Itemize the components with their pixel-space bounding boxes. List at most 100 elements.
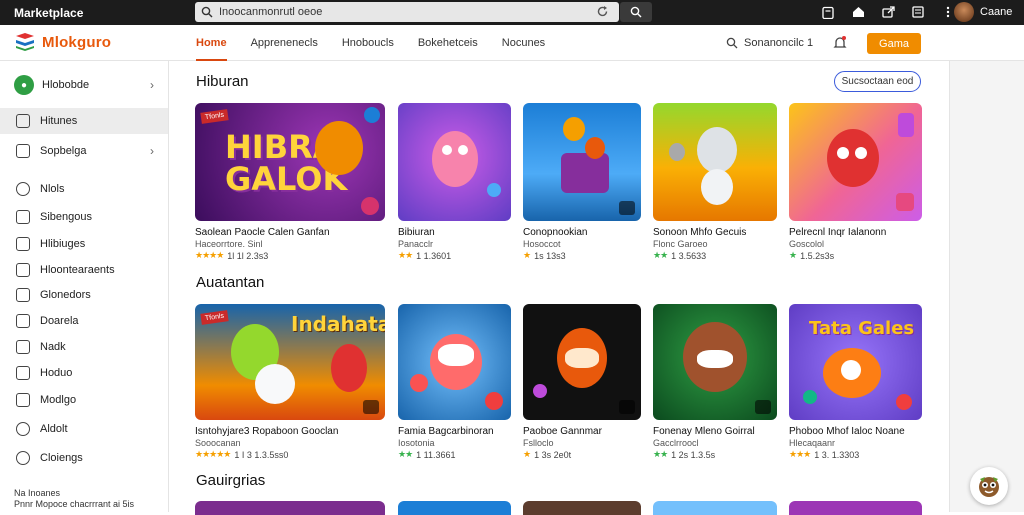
app-name: Bibiuran bbox=[398, 227, 435, 238]
sidebar-item-6[interactable]: Glonedors bbox=[0, 282, 168, 308]
notification-icon[interactable] bbox=[832, 35, 848, 56]
app-card[interactable]: Sonoon Mhfo Gecuis Flonc Garoeo ★★ 1 3.56… bbox=[653, 103, 777, 261]
tab-games[interactable]: Hnoboucls bbox=[342, 25, 394, 61]
app-name: Sonoon Mhfo Gecuis bbox=[653, 227, 747, 238]
app-card[interactable] bbox=[195, 501, 385, 515]
card-icon bbox=[16, 366, 30, 380]
sidebar-item-5[interactable]: Hloontearaents bbox=[0, 257, 168, 283]
character-face bbox=[697, 350, 733, 368]
rating-count: 1l 1l 2.3s3 bbox=[227, 250, 269, 261]
app-developer: Hlecaqaanr bbox=[789, 438, 836, 448]
tab-apps[interactable]: Apprenenecls bbox=[251, 25, 318, 61]
account-link[interactable]: Sonanoncilc 1 bbox=[726, 25, 813, 61]
clipboard-icon[interactable] bbox=[820, 4, 836, 20]
app-thumbnail: Tfonls HIBRA GALOK bbox=[195, 103, 385, 221]
search-box[interactable] bbox=[195, 2, 619, 22]
tab-home[interactable]: Home bbox=[196, 25, 227, 61]
promo-badge: Tfonls bbox=[200, 109, 229, 124]
sidebar-profile-label: Hlobobde bbox=[42, 79, 90, 91]
app-card[interactable] bbox=[789, 501, 922, 515]
app-developer: Iosotonia bbox=[398, 438, 435, 448]
tab-news[interactable]: Nocunes bbox=[502, 25, 545, 61]
app-developer: Flonc Garoeo bbox=[653, 239, 708, 249]
sidebar-item-label: Hlibiuges bbox=[40, 238, 86, 250]
refresh-icon[interactable] bbox=[596, 5, 609, 23]
store-logo[interactable]: Mlokguro bbox=[14, 32, 111, 52]
circle-icon bbox=[16, 182, 30, 196]
chevron-right-icon: › bbox=[150, 78, 154, 92]
app-card[interactable]: Tfonls Indahatan Isntohyjare3 Ropaboon G… bbox=[195, 304, 385, 460]
app-card[interactable]: Conopnookian Hosoccot ★ 1s 13s3 bbox=[523, 103, 641, 261]
cta-button[interactable]: Gama bbox=[867, 33, 921, 54]
sidebar-item-11[interactable]: Aldolt bbox=[0, 416, 168, 442]
sidebar: ● Hlobobde › Hitunes Sopbelga › Nlols Sib… bbox=[0, 61, 169, 512]
app-developer: Panacclr bbox=[398, 239, 434, 249]
rating-count: 1 1.3601 bbox=[416, 250, 452, 261]
app-title: Marketplace bbox=[14, 5, 84, 20]
app-card[interactable]: Bibiuran Panacclr ★★ 1 1.3601 bbox=[398, 103, 511, 261]
sidebar-footer: Na Inoanes Pnnr Mopoce chacrrrant ai 5is bbox=[14, 488, 134, 510]
character-eye bbox=[837, 147, 849, 159]
sidebar-profile[interactable]: ● Hlobobde › bbox=[0, 72, 168, 98]
search-button[interactable] bbox=[620, 2, 652, 22]
sidebar-item-4[interactable]: Hlibiuges bbox=[0, 231, 168, 257]
app-name: Pelrecnl Inqr Ialanonn bbox=[789, 227, 887, 238]
gear-icon bbox=[16, 422, 30, 436]
sidebar-item-entertainment[interactable]: Hitunes bbox=[0, 108, 168, 134]
sidebar-item-apps[interactable]: Sopbelga › bbox=[0, 138, 168, 164]
app-rating: ★★★★★ 1 I 3 1.3.5ss0 bbox=[195, 449, 385, 460]
app-card[interactable]: Pelrecnl Inqr Ialanonn Goscolol ★ 1.5.2s3… bbox=[789, 103, 922, 261]
sidebar-item-8[interactable]: Nadk bbox=[0, 334, 168, 360]
sidebar-item-12[interactable]: Cloiengs bbox=[0, 445, 168, 471]
search-input[interactable] bbox=[219, 6, 579, 18]
app-card[interactable] bbox=[653, 501, 777, 515]
sidebar-item-9[interactable]: Hoduo bbox=[0, 360, 168, 386]
sidebar-item-label: Aldolt bbox=[40, 423, 68, 435]
footer-line: Na Inoanes bbox=[14, 488, 61, 498]
sidebar-item-2[interactable]: Nlols bbox=[0, 176, 168, 202]
account-text: Sonanoncilc 1 bbox=[744, 37, 814, 49]
star-rating: ★★ bbox=[398, 250, 413, 260]
home-icon[interactable] bbox=[850, 4, 866, 20]
app-card[interactable]: Tfonls HIBRA GALOK Saolean Paocle Calen … bbox=[195, 103, 385, 261]
tab-books[interactable]: Bokehetceis bbox=[418, 25, 478, 61]
app-card[interactable] bbox=[398, 501, 511, 515]
app-thumbnail bbox=[398, 501, 511, 515]
app-thumbnail: Tata Gales bbox=[789, 304, 922, 420]
sidebar-item-label: Doarela bbox=[40, 315, 79, 327]
app-card[interactable]: Tata Gales Phoboo Mhof Ialoc Noane Hleca… bbox=[789, 304, 922, 460]
app-thumbnail bbox=[523, 501, 641, 515]
app-card[interactable] bbox=[523, 501, 641, 515]
sidebar-item-label: Hitunes bbox=[40, 115, 78, 127]
app-card[interactable]: Paoboe Gannmar Fslloclo ★ 1 3s 2e0t bbox=[523, 304, 641, 460]
app-name: Phoboo Mhof Ialoc Noane bbox=[789, 426, 905, 437]
app-card[interactable]: Famia Bagcarbinoran Iosotonia ★★ 1 11.366… bbox=[398, 304, 511, 460]
character-eye bbox=[458, 145, 468, 155]
verified-icon bbox=[364, 107, 380, 123]
app-name: Fonenay Mleno Goirral bbox=[653, 426, 755, 437]
star-rating: ★ bbox=[523, 250, 531, 260]
character-eye bbox=[442, 145, 452, 155]
see-all-button[interactable]: Sucsoctaan eod bbox=[834, 71, 921, 92]
sidebar-item-10[interactable]: Modlgo bbox=[0, 387, 168, 413]
star-rating: ★★★★ bbox=[195, 250, 224, 260]
corner-badge-icon bbox=[619, 400, 635, 414]
ball-icon bbox=[485, 392, 503, 410]
character-art bbox=[255, 364, 295, 404]
sidebar-item-3[interactable]: Sibengous bbox=[0, 204, 168, 230]
floating-action-button[interactable] bbox=[970, 467, 1008, 505]
app-thumbnail bbox=[653, 304, 777, 420]
news-icon[interactable] bbox=[910, 4, 926, 20]
share-icon[interactable] bbox=[880, 4, 896, 20]
user-avatar[interactable] bbox=[954, 2, 974, 22]
app-card[interactable]: Fonenay Mleno Goirral Gacclrroocl ★★ 1 2s… bbox=[653, 304, 777, 460]
star-rating: ★★★★★ bbox=[195, 449, 231, 459]
user-name[interactable]: Caane bbox=[980, 6, 1012, 18]
app-developer: Sooocanan bbox=[195, 438, 241, 448]
sidebar-item-label: Sibengous bbox=[40, 211, 92, 223]
app-name: Saolean Paocle Calen Ganfan bbox=[195, 227, 330, 238]
main-navbar: Mlokguro Home Apprenenecls Hnoboucls Bok… bbox=[0, 25, 1024, 61]
profile-icon: ● bbox=[14, 75, 34, 95]
character-art bbox=[827, 129, 879, 187]
sidebar-item-7[interactable]: Doarela bbox=[0, 308, 168, 334]
